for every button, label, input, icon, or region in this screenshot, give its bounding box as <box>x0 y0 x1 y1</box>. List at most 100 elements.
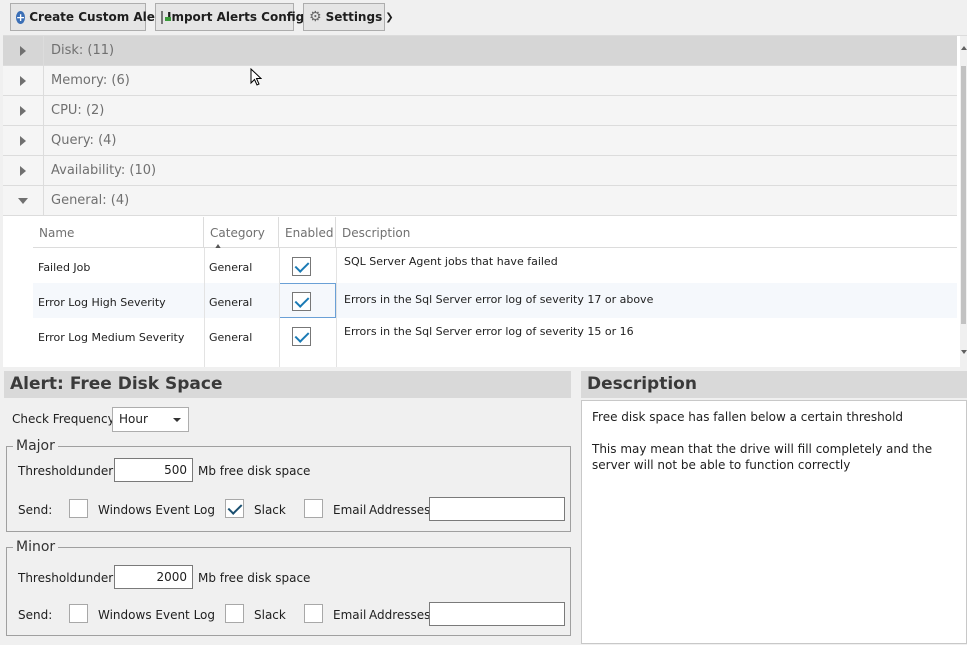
expand-arrow-icon <box>20 76 26 86</box>
expand-arrow-icon <box>20 136 26 146</box>
create-custom-alert-button[interactable]: + Create Custom Alert <box>10 3 167 31</box>
threshold-label: Threshold: <box>18 571 82 585</box>
create-custom-alert-label: Create Custom Alert <box>29 10 167 24</box>
toolbar: + Create Custom Alert Import Alerts Conf… <box>0 0 967 35</box>
email-label: Email <box>333 608 367 622</box>
group-label: Disk: (11) <box>51 43 115 58</box>
expand-toggle[interactable] <box>3 36 44 65</box>
column-header-label: Category <box>210 226 265 240</box>
column-header-name[interactable]: Name <box>33 217 204 248</box>
cell-name: Failed Job <box>38 261 91 274</box>
import-alerts-config-button[interactable]: Import Alerts Config <box>155 3 304 31</box>
minor-windows-event-log-checkbox[interactable] <box>69 604 88 623</box>
major-slack-checkbox[interactable] <box>225 499 244 518</box>
minor-group: Minor Threshold: under 2000 Mb free disk… <box>6 539 571 636</box>
app-window: + Create Custom Alert Import Alerts Conf… <box>0 0 967 645</box>
collapse-arrow-icon <box>18 198 28 204</box>
expand-toggle[interactable] <box>3 96 44 125</box>
expand-toggle[interactable] <box>3 156 44 185</box>
scroll-up-icon[interactable] <box>961 46 967 50</box>
expand-toggle[interactable] <box>3 126 44 155</box>
description-line-2: This may mean that the drive will fill c… <box>592 442 933 472</box>
expand-arrow-icon <box>20 166 26 176</box>
vertical-scrollbar[interactable] <box>960 36 967 367</box>
under-label: under <box>78 464 114 478</box>
minor-threshold-input[interactable]: 2000 <box>114 565 193 589</box>
major-windows-event-log-checkbox[interactable] <box>69 499 88 518</box>
cell-description: Errors in the Sql Server error log of se… <box>344 325 634 338</box>
check-frequency-value: Hour <box>119 412 148 426</box>
gear-icon: ⚙ <box>309 8 322 25</box>
slack-label: Slack <box>254 503 286 517</box>
unit-label: Mb free disk space <box>198 464 311 478</box>
slack-label: Slack <box>254 608 286 622</box>
alert-title-name: Free Disk Space <box>69 374 223 394</box>
major-email-checkbox[interactable] <box>304 499 323 518</box>
windows-event-log-label: Windows Event Log <box>98 503 216 517</box>
add-icon: + <box>16 10 26 24</box>
column-divider <box>336 248 337 367</box>
minor-slack-checkbox[interactable] <box>225 604 244 623</box>
focused-cell-outline <box>279 283 336 318</box>
unit-label: Mb free disk space <box>198 571 311 585</box>
under-label: under <box>78 571 114 585</box>
settings-label: Settings <box>325 10 383 24</box>
description-line-1: Free disk space has fallen below a certa… <box>592 410 904 424</box>
settings-button[interactable]: ⚙ Settings ❯ <box>303 3 394 31</box>
check-frequency-label: Check Frequency: <box>12 412 118 426</box>
expand-toggle[interactable] <box>3 66 44 95</box>
description-text-box[interactable]: Free disk space has fallen below a certa… <box>581 400 967 644</box>
enabled-checkbox[interactable] <box>292 257 311 276</box>
group-label: General: (4) <box>51 193 130 208</box>
addresses-label: Addresses: <box>369 608 435 622</box>
expand-arrow-icon <box>20 106 26 116</box>
send-label: Send: <box>18 503 53 517</box>
cell-name: Error Log High Severity <box>38 296 166 309</box>
alert-title-prefix: Alert: <box>10 374 64 394</box>
column-header-description[interactable]: Description <box>336 217 957 248</box>
table-header: Name Category Enabled Description <box>33 217 957 250</box>
cell-category: General <box>209 331 253 344</box>
minor-addresses-input[interactable] <box>429 602 565 626</box>
collapse-toggle[interactable] <box>3 186 44 215</box>
column-header-category[interactable]: Category <box>204 217 279 250</box>
cell-name: Error Log Medium Severity <box>38 331 185 344</box>
group-row-general[interactable]: General: (4) <box>3 186 957 216</box>
minor-email-checkbox[interactable] <box>304 604 323 623</box>
cell-category: General <box>209 296 253 309</box>
group-label: Availability: (10) <box>51 163 157 178</box>
email-label: Email <box>333 503 367 517</box>
column-header-label: Enabled <box>285 226 334 240</box>
threshold-label: Threshold: <box>18 464 82 478</box>
table-row[interactable]: Error Log Medium Severity General Errors… <box>33 318 957 353</box>
group-label: Memory: (6) <box>51 73 130 88</box>
check-frequency-select[interactable]: Hour <box>112 407 189 432</box>
group-row-cpu[interactable]: CPU: (2) <box>3 96 957 126</box>
table-row[interactable]: Failed Job General SQL Server Agent jobs… <box>33 248 957 283</box>
description-panel: Description Free disk space has fallen b… <box>581 371 967 645</box>
column-header-enabled[interactable]: Enabled <box>279 217 336 248</box>
table-row[interactable]: Error Log High Severity General Errors i… <box>33 283 957 318</box>
group-row-availability[interactable]: Availability: (10) <box>3 156 957 186</box>
chevron-down-icon: ❯ <box>385 11 394 23</box>
scrollbar-thumb[interactable] <box>961 66 966 324</box>
enabled-checkbox[interactable] <box>292 327 311 346</box>
cell-category: General <box>209 261 253 274</box>
alert-detail-panel: Alert: Free Disk Space Check Frequency: H… <box>4 371 571 645</box>
alert-groups-panel: Disk: (11) Memory: (6) CPU: (2) Query: (… <box>3 35 967 367</box>
column-header-label: Name <box>39 226 75 240</box>
group-row-query[interactable]: Query: (4) <box>3 126 957 156</box>
send-label: Send: <box>18 608 53 622</box>
cell-enabled <box>279 248 336 283</box>
major-threshold-input[interactable]: 500 <box>114 458 193 482</box>
group-label: Query: (4) <box>51 133 117 148</box>
mouse-cursor-icon <box>250 68 262 86</box>
scroll-down-icon[interactable] <box>961 350 967 354</box>
group-row-disk[interactable]: Disk: (11) <box>3 36 957 66</box>
description-title: Description <box>581 371 967 398</box>
windows-event-log-label: Windows Event Log <box>98 608 216 622</box>
column-divider <box>204 248 205 367</box>
major-addresses-input[interactable] <box>429 497 565 521</box>
group-row-memory[interactable]: Memory: (6) <box>3 66 957 96</box>
dropdown-arrow-icon <box>173 418 181 422</box>
